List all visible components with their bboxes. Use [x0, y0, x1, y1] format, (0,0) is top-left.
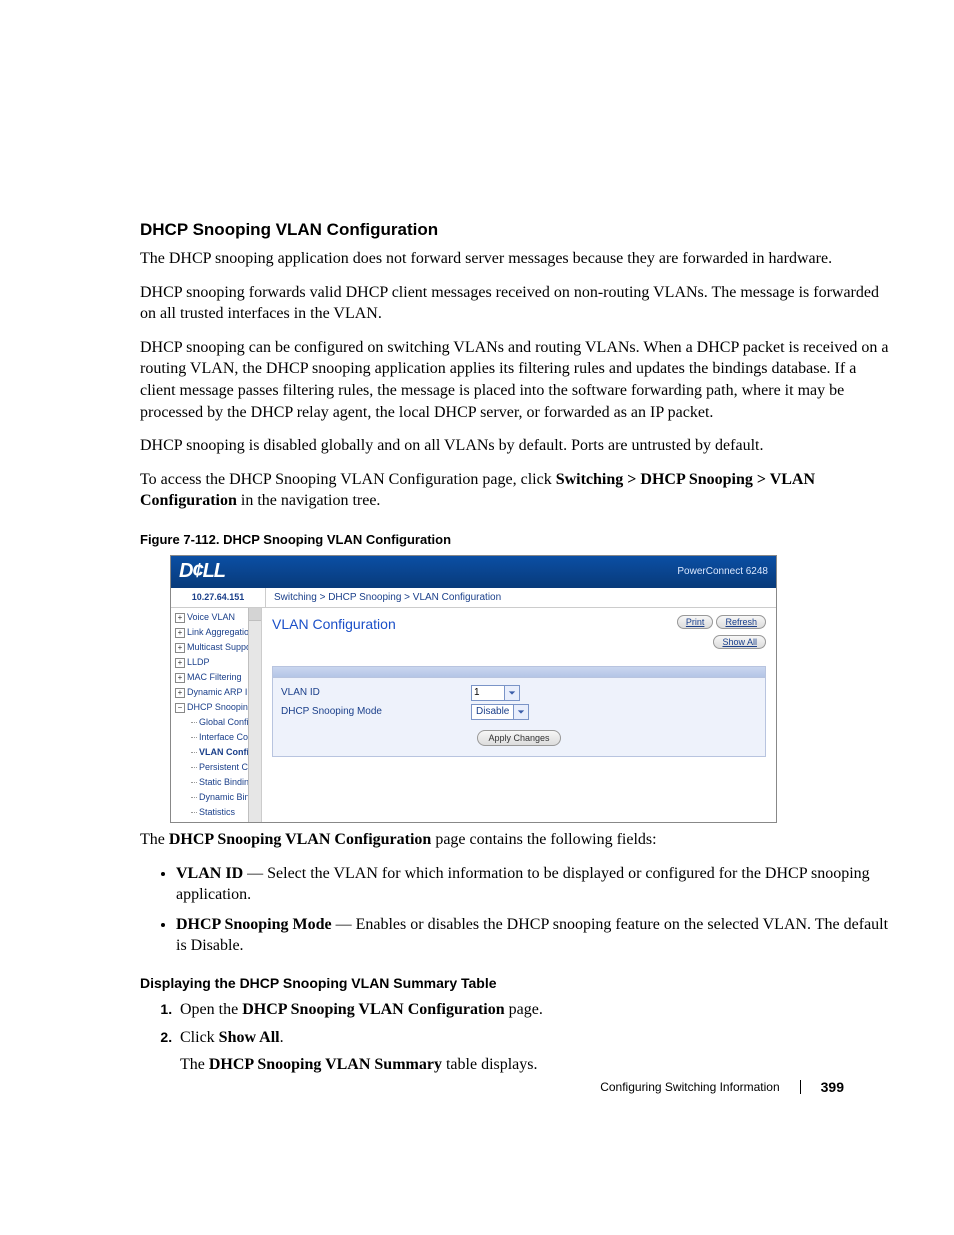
procedure-steps: Open the DHCP Snooping VLAN Configuratio…: [140, 999, 894, 1076]
embedded-screenshot: D¢LL PowerConnect 6248 10.27.64.151 Swit…: [170, 555, 777, 823]
field-label: VLAN ID: [281, 687, 471, 698]
text: To access the DHCP Snooping VLAN Configu…: [140, 471, 556, 488]
expand-icon[interactable]: +: [175, 628, 185, 638]
dropdown-icon[interactable]: [504, 685, 520, 701]
refresh-button[interactable]: Refresh: [716, 615, 766, 629]
paragraph: The DHCP snooping application does not f…: [140, 248, 894, 270]
page-number: 399: [821, 1079, 844, 1095]
paragraph: DHCP snooping is disabled globally and o…: [140, 435, 894, 457]
ui-name-bold: DHCP Snooping VLAN Summary: [209, 1056, 442, 1073]
nav-label: LLDP: [187, 657, 210, 667]
figure-caption: Figure 7-112. DHCP Snooping VLAN Configu…: [140, 532, 894, 547]
dell-logo: D¢LL: [179, 560, 225, 583]
nav-label: Statistics: [199, 807, 235, 817]
ui-name-bold: DHCP Snooping VLAN Configuration: [242, 1001, 504, 1018]
nav-label: Link Aggregation: [187, 627, 254, 637]
step-result: The DHCP Snooping VLAN Summary table dis…: [180, 1054, 894, 1076]
field-label: DHCP Snooping Mode: [281, 706, 471, 717]
model-label: PowerConnect 6248: [677, 566, 768, 577]
text: page.: [505, 1001, 543, 1018]
nav-label: MAC Filtering: [187, 672, 242, 682]
device-ip: 10.27.64.151: [171, 588, 266, 608]
expand-icon[interactable]: +: [175, 613, 185, 623]
form-panel: VLAN ID DHCP Snooping Mode Disable: [272, 666, 766, 757]
text: in the navigation tree.: [237, 492, 381, 509]
paragraph: The DHCP Snooping VLAN Configuration pag…: [140, 829, 894, 851]
nav-label: Multicast Support: [187, 642, 257, 652]
nav-tree[interactable]: +Voice VLAN +Link Aggregation +Multicast…: [171, 608, 262, 822]
show-all-button[interactable]: Show All: [713, 635, 766, 649]
app-header: D¢LL PowerConnect 6248: [171, 556, 776, 588]
expand-icon[interactable]: +: [175, 643, 185, 653]
panel-header-bar: [273, 667, 765, 678]
expand-icon[interactable]: +: [175, 658, 185, 668]
breadcrumb: Switching > DHCP Snooping > VLAN Configu…: [266, 588, 776, 608]
content-pane: VLAN Configuration Print Refresh Show Al…: [262, 608, 776, 822]
list-item: DHCP Snooping Mode — Enables or disables…: [176, 914, 894, 957]
page-title: VLAN Configuration: [272, 616, 396, 632]
scrollbar[interactable]: [248, 608, 261, 822]
snooping-mode-select[interactable]: Disable: [471, 704, 529, 720]
print-button[interactable]: Print: [677, 615, 714, 629]
form-row: DHCP Snooping Mode Disable: [281, 704, 757, 720]
nav-label: Voice VLAN: [187, 612, 235, 622]
text: .: [280, 1029, 284, 1046]
nav-label: DHCP Snooping: [187, 702, 253, 712]
text: page contains the following fields:: [431, 831, 656, 848]
ui-name-bold: Show All: [219, 1029, 280, 1046]
collapse-icon[interactable]: −: [175, 703, 185, 713]
footer-chapter: Configuring Switching Information: [600, 1080, 779, 1094]
list-item: VLAN ID — Select the VLAN for which info…: [176, 863, 894, 906]
expand-icon[interactable]: +: [175, 673, 185, 683]
apply-changes-button[interactable]: Apply Changes: [477, 730, 560, 746]
text: Open the: [180, 1001, 242, 1018]
text: table displays.: [442, 1056, 538, 1073]
paragraph: To access the DHCP Snooping VLAN Configu…: [140, 469, 894, 512]
field-term: VLAN ID: [176, 865, 243, 882]
select-value: Disable: [471, 704, 514, 720]
field-list: VLAN ID — Select the VLAN for which info…: [140, 863, 894, 957]
field-term: DHCP Snooping Mode: [176, 916, 332, 933]
dropdown-icon[interactable]: [513, 704, 529, 720]
text: The: [140, 831, 169, 848]
text: The: [180, 1056, 209, 1073]
field-desc: — Select the VLAN for which information …: [176, 865, 870, 904]
step: Click Show All. The DHCP Snooping VLAN S…: [176, 1027, 894, 1076]
expand-icon[interactable]: +: [175, 688, 185, 698]
paragraph: DHCP snooping can be configured on switc…: [140, 337, 894, 423]
footer-separator: [800, 1080, 801, 1094]
step: Open the DHCP Snooping VLAN Configuratio…: [176, 999, 894, 1021]
page-name-bold: DHCP Snooping VLAN Configuration: [169, 831, 431, 848]
section-heading: DHCP Snooping VLAN Configuration: [140, 220, 894, 240]
form-row: VLAN ID: [281, 685, 757, 701]
vlan-id-input[interactable]: [471, 685, 505, 701]
page-footer: Configuring Switching Information 399: [600, 1079, 844, 1095]
paragraph: DHCP snooping forwards valid DHCP client…: [140, 282, 894, 325]
text: Click: [180, 1029, 219, 1046]
subsection-heading: Displaying the DHCP Snooping VLAN Summar…: [140, 975, 894, 991]
